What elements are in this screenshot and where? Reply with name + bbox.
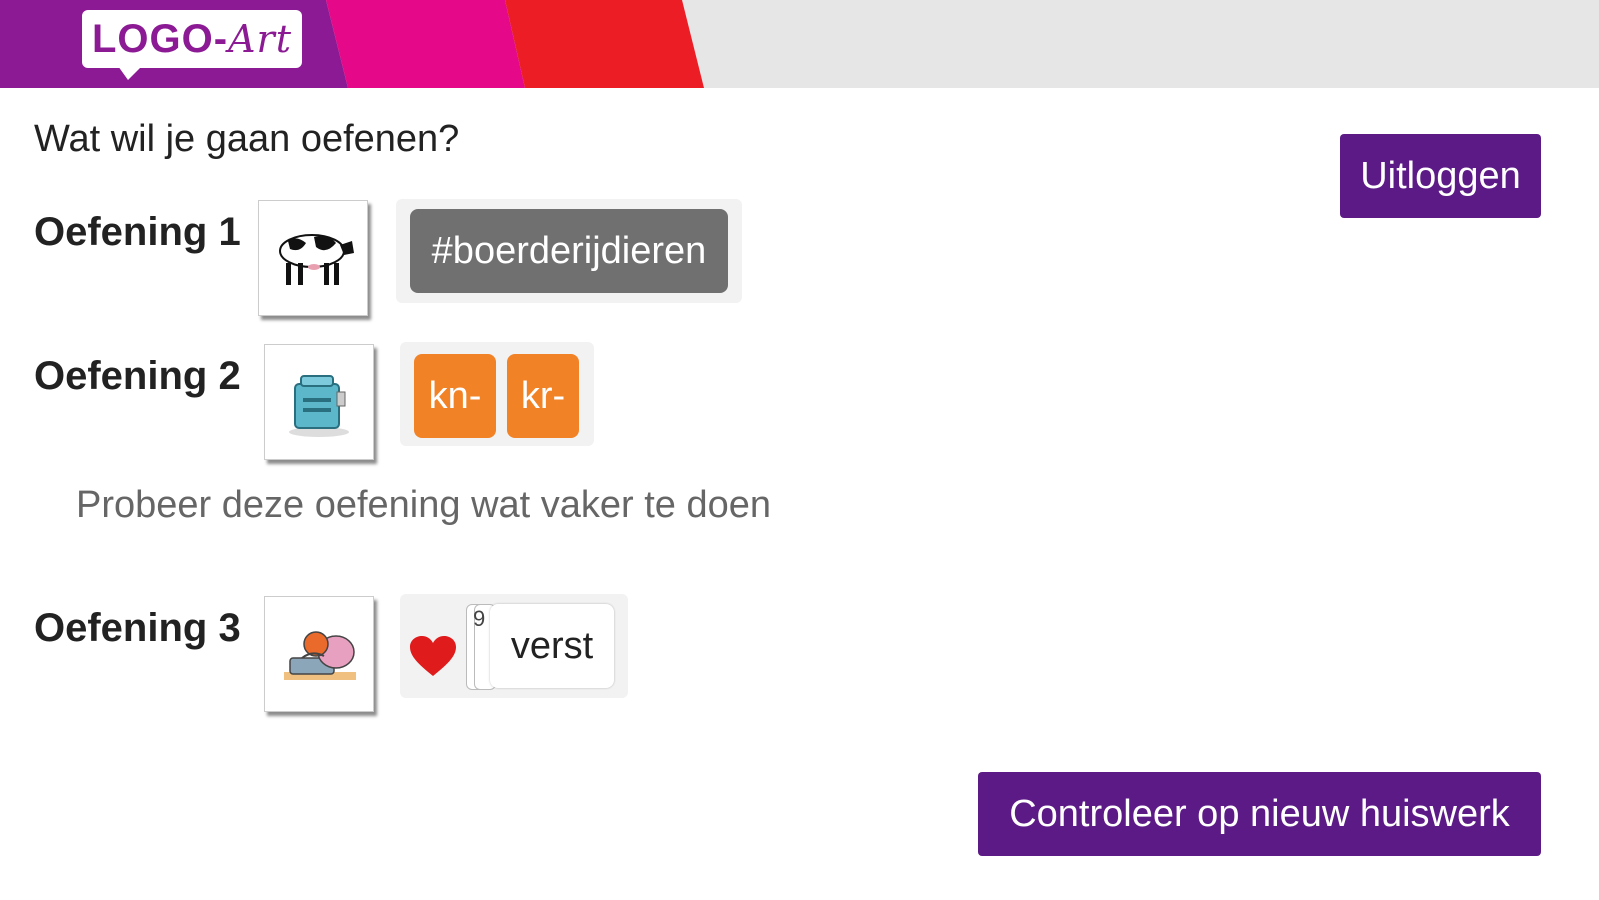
logo-accent-text: Art (228, 17, 292, 61)
cow-icon (279, 234, 354, 285)
exercise-2-label: Oefening 2 (34, 354, 241, 398)
exercise-3-picture-card[interactable] (264, 596, 374, 712)
exercise-1-tag[interactable]: #boerderijdieren (410, 209, 728, 293)
word-stack-count: 9 (473, 606, 486, 631)
app-header: LOGO- Art (0, 0, 1599, 88)
check-homework-button[interactable]: Controleer op nieuw huiswerk (978, 772, 1541, 856)
exercise-1-label: Oefening 1 (34, 210, 241, 254)
logout-button[interactable]: Uitloggen (1340, 134, 1541, 218)
exercise-2-picture-card[interactable] (264, 344, 374, 460)
exercise-2-tag-kn[interactable]: kn- (414, 354, 496, 438)
exercise-2-hint: Probeer deze oefening wat vaker te doen (76, 484, 772, 526)
logo-speech-tail (118, 66, 142, 80)
toaster-icon (289, 375, 349, 437)
app-logo[interactable]: LOGO- Art (82, 10, 302, 68)
exercise-3-label: Oefening 3 (34, 606, 241, 650)
exercise-2-tag-kr[interactable]: kr- (507, 354, 579, 438)
person-at-table-icon (284, 631, 356, 680)
exercise-3-word-card[interactable]: verst (490, 604, 614, 688)
page-question: Wat wil je gaan oefenen? (34, 118, 460, 160)
heart-icon[interactable] (410, 636, 456, 678)
exercise-1-picture-card[interactable] (258, 200, 368, 316)
logo-text: LOGO- (92, 16, 229, 61)
